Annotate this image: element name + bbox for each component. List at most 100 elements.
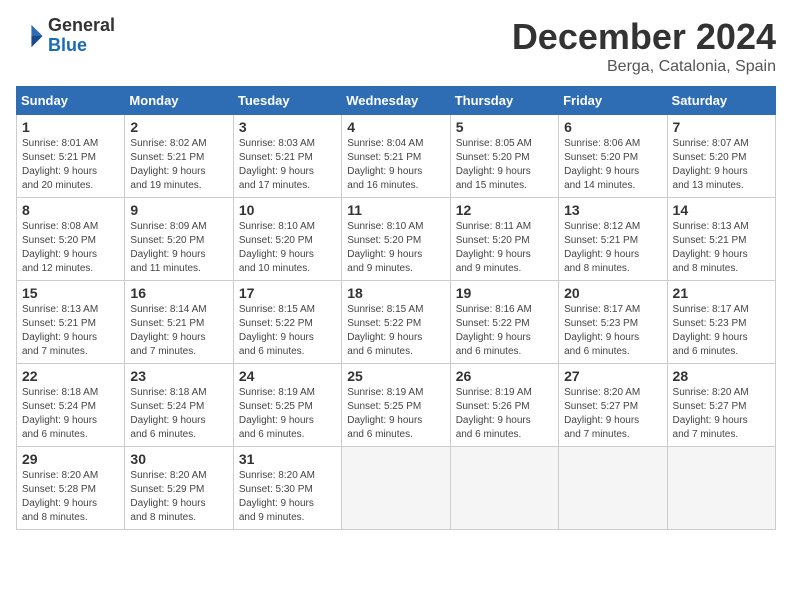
calendar-cell: 5 Sunrise: 8:05 AMSunset: 5:20 PMDaylight… bbox=[450, 115, 558, 198]
calendar-cell: 25 Sunrise: 8:19 AMSunset: 5:25 PMDayligh… bbox=[342, 364, 450, 447]
calendar-cell: 30Sunrise: 8:20 AMSunset: 5:29 PMDayligh… bbox=[125, 447, 233, 530]
calendar-cell: 21 Sunrise: 8:17 AMSunset: 5:23 PMDayligh… bbox=[667, 281, 775, 364]
calendar-cell: 23 Sunrise: 8:18 AMSunset: 5:24 PMDayligh… bbox=[125, 364, 233, 447]
day-detail: Sunrise: 8:10 AMSunset: 5:20 PMDaylight:… bbox=[239, 220, 336, 276]
calendar-cell: 4 Sunrise: 8:04 AMSunset: 5:21 PMDaylight… bbox=[342, 115, 450, 198]
day-number: 20 bbox=[564, 285, 661, 301]
calendar-cell: 27 Sunrise: 8:20 AMSunset: 5:27 PMDayligh… bbox=[559, 364, 667, 447]
day-detail: Sunrise: 8:11 AMSunset: 5:20 PMDaylight:… bbox=[456, 220, 553, 276]
day-number: 4 bbox=[347, 119, 444, 135]
calendar-cell: 3 Sunrise: 8:03 AMSunset: 5:21 PMDaylight… bbox=[233, 115, 341, 198]
logo-text: General Blue bbox=[48, 16, 115, 56]
day-number: 6 bbox=[564, 119, 661, 135]
day-detail: Sunrise: 8:19 AMSunset: 5:26 PMDaylight:… bbox=[456, 386, 553, 442]
calendar-cell: 14 Sunrise: 8:13 AMSunset: 5:21 PMDayligh… bbox=[667, 198, 775, 281]
col-header-tuesday: Tuesday bbox=[233, 87, 341, 115]
calendar-cell: 2 Sunrise: 8:02 AMSunset: 5:21 PMDaylight… bbox=[125, 115, 233, 198]
day-number: 1 bbox=[22, 119, 119, 135]
col-header-wednesday: Wednesday bbox=[342, 87, 450, 115]
title-block: December 2024 Berga, Catalonia, Spain bbox=[512, 16, 776, 76]
day-number: 29 bbox=[22, 451, 119, 467]
day-number: 2 bbox=[130, 119, 227, 135]
day-detail: Sunrise: 8:14 AMSunset: 5:21 PMDaylight:… bbox=[130, 303, 227, 359]
calendar-cell: 20 Sunrise: 8:17 AMSunset: 5:23 PMDayligh… bbox=[559, 281, 667, 364]
day-detail: Sunrise: 8:13 AMSunset: 5:21 PMDaylight:… bbox=[673, 220, 770, 276]
day-number: 5 bbox=[456, 119, 553, 135]
day-number: 25 bbox=[347, 368, 444, 384]
calendar-cell: 6 Sunrise: 8:06 AMSunset: 5:20 PMDaylight… bbox=[559, 115, 667, 198]
calendar-cell: 10 Sunrise: 8:10 AMSunset: 5:20 PMDayligh… bbox=[233, 198, 341, 281]
calendar-cell bbox=[667, 447, 775, 530]
calendar-cell bbox=[559, 447, 667, 530]
calendar-cell: 7Sunrise: 8:07 AMSunset: 5:20 PMDaylight… bbox=[667, 115, 775, 198]
logo-general: General bbox=[48, 15, 115, 35]
calendar-cell: 1 Sunrise: 8:01 AMSunset: 5:21 PMDaylight… bbox=[17, 115, 125, 198]
col-header-saturday: Saturday bbox=[667, 87, 775, 115]
day-number: 3 bbox=[239, 119, 336, 135]
col-header-friday: Friday bbox=[559, 87, 667, 115]
calendar-cell: 12Sunrise: 8:11 AMSunset: 5:20 PMDayligh… bbox=[450, 198, 558, 281]
header: General Blue December 2024 Berga, Catalo… bbox=[16, 16, 776, 76]
day-number: 22 bbox=[22, 368, 119, 384]
day-detail: Sunrise: 8:15 AMSunset: 5:22 PMDaylight:… bbox=[239, 303, 336, 359]
calendar-cell: 22 Sunrise: 8:18 AMSunset: 5:24 PMDayligh… bbox=[17, 364, 125, 447]
day-detail: Sunrise: 8:16 AMSunset: 5:22 PMDaylight:… bbox=[456, 303, 553, 359]
day-detail: Sunrise: 8:09 AMSunset: 5:20 PMDaylight:… bbox=[130, 220, 227, 276]
day-detail: Sunrise: 8:10 AMSunset: 5:20 PMDaylight:… bbox=[347, 220, 444, 276]
calendar-cell: 11Sunrise: 8:10 AMSunset: 5:20 PMDayligh… bbox=[342, 198, 450, 281]
day-detail: Sunrise: 8:20 AMSunset: 5:30 PMDaylight:… bbox=[239, 469, 336, 525]
calendar-table: SundayMondayTuesdayWednesdayThursdayFrid… bbox=[16, 86, 776, 530]
calendar-cell bbox=[450, 447, 558, 530]
day-number: 8 bbox=[22, 202, 119, 218]
day-detail: Sunrise: 8:17 AMSunset: 5:23 PMDaylight:… bbox=[564, 303, 661, 359]
day-detail: Sunrise: 8:20 AMSunset: 5:28 PMDaylight:… bbox=[22, 469, 119, 525]
calendar-cell bbox=[342, 447, 450, 530]
day-detail: Sunrise: 8:19 AMSunset: 5:25 PMDaylight:… bbox=[239, 386, 336, 442]
calendar-cell: 19 Sunrise: 8:16 AMSunset: 5:22 PMDayligh… bbox=[450, 281, 558, 364]
day-number: 14 bbox=[673, 202, 770, 218]
calendar-cell: 17 Sunrise: 8:15 AMSunset: 5:22 PMDayligh… bbox=[233, 281, 341, 364]
day-detail: Sunrise: 8:08 AMSunset: 5:20 PMDaylight:… bbox=[22, 220, 119, 276]
day-detail: Sunrise: 8:02 AMSunset: 5:21 PMDaylight:… bbox=[130, 137, 227, 193]
day-detail: Sunrise: 8:20 AMSunset: 5:27 PMDaylight:… bbox=[673, 386, 770, 442]
day-number: 17 bbox=[239, 285, 336, 301]
calendar-cell: 13Sunrise: 8:12 AMSunset: 5:21 PMDayligh… bbox=[559, 198, 667, 281]
day-detail: Sunrise: 8:19 AMSunset: 5:25 PMDaylight:… bbox=[347, 386, 444, 442]
day-number: 7 bbox=[673, 119, 770, 135]
day-detail: Sunrise: 8:01 AMSunset: 5:21 PMDaylight:… bbox=[22, 137, 119, 193]
day-detail: Sunrise: 8:20 AMSunset: 5:29 PMDaylight:… bbox=[130, 469, 227, 525]
day-number: 24 bbox=[239, 368, 336, 384]
calendar-cell: 9 Sunrise: 8:09 AMSunset: 5:20 PMDaylight… bbox=[125, 198, 233, 281]
col-header-thursday: Thursday bbox=[450, 87, 558, 115]
day-detail: Sunrise: 8:06 AMSunset: 5:20 PMDaylight:… bbox=[564, 137, 661, 193]
day-detail: Sunrise: 8:04 AMSunset: 5:21 PMDaylight:… bbox=[347, 137, 444, 193]
day-detail: Sunrise: 8:03 AMSunset: 5:21 PMDaylight:… bbox=[239, 137, 336, 193]
day-number: 18 bbox=[347, 285, 444, 301]
day-number: 21 bbox=[673, 285, 770, 301]
logo-icon bbox=[16, 22, 44, 50]
logo-blue: Blue bbox=[48, 35, 87, 55]
day-detail: Sunrise: 8:20 AMSunset: 5:27 PMDaylight:… bbox=[564, 386, 661, 442]
day-number: 10 bbox=[239, 202, 336, 218]
calendar-cell: 24 Sunrise: 8:19 AMSunset: 5:25 PMDayligh… bbox=[233, 364, 341, 447]
day-detail: Sunrise: 8:18 AMSunset: 5:24 PMDaylight:… bbox=[22, 386, 119, 442]
day-detail: Sunrise: 8:05 AMSunset: 5:20 PMDaylight:… bbox=[456, 137, 553, 193]
location-title: Berga, Catalonia, Spain bbox=[512, 58, 776, 76]
day-number: 31 bbox=[239, 451, 336, 467]
day-number: 27 bbox=[564, 368, 661, 384]
day-detail: Sunrise: 8:17 AMSunset: 5:23 PMDaylight:… bbox=[673, 303, 770, 359]
day-number: 9 bbox=[130, 202, 227, 218]
calendar-cell: 31 Sunrise: 8:20 AMSunset: 5:30 PMDayligh… bbox=[233, 447, 341, 530]
calendar-cell: 26Sunrise: 8:19 AMSunset: 5:26 PMDayligh… bbox=[450, 364, 558, 447]
calendar-cell: 16Sunrise: 8:14 AMSunset: 5:21 PMDayligh… bbox=[125, 281, 233, 364]
day-number: 19 bbox=[456, 285, 553, 301]
calendar-cell: 29 Sunrise: 8:20 AMSunset: 5:28 PMDayligh… bbox=[17, 447, 125, 530]
calendar-cell: 18 Sunrise: 8:15 AMSunset: 5:22 PMDayligh… bbox=[342, 281, 450, 364]
day-detail: Sunrise: 8:18 AMSunset: 5:24 PMDaylight:… bbox=[130, 386, 227, 442]
month-title: December 2024 bbox=[512, 16, 776, 58]
day-number: 28 bbox=[673, 368, 770, 384]
day-number: 23 bbox=[130, 368, 227, 384]
calendar-cell: 8 Sunrise: 8:08 AMSunset: 5:20 PMDaylight… bbox=[17, 198, 125, 281]
calendar-cell: 15Sunrise: 8:13 AMSunset: 5:21 PMDayligh… bbox=[17, 281, 125, 364]
day-detail: Sunrise: 8:15 AMSunset: 5:22 PMDaylight:… bbox=[347, 303, 444, 359]
